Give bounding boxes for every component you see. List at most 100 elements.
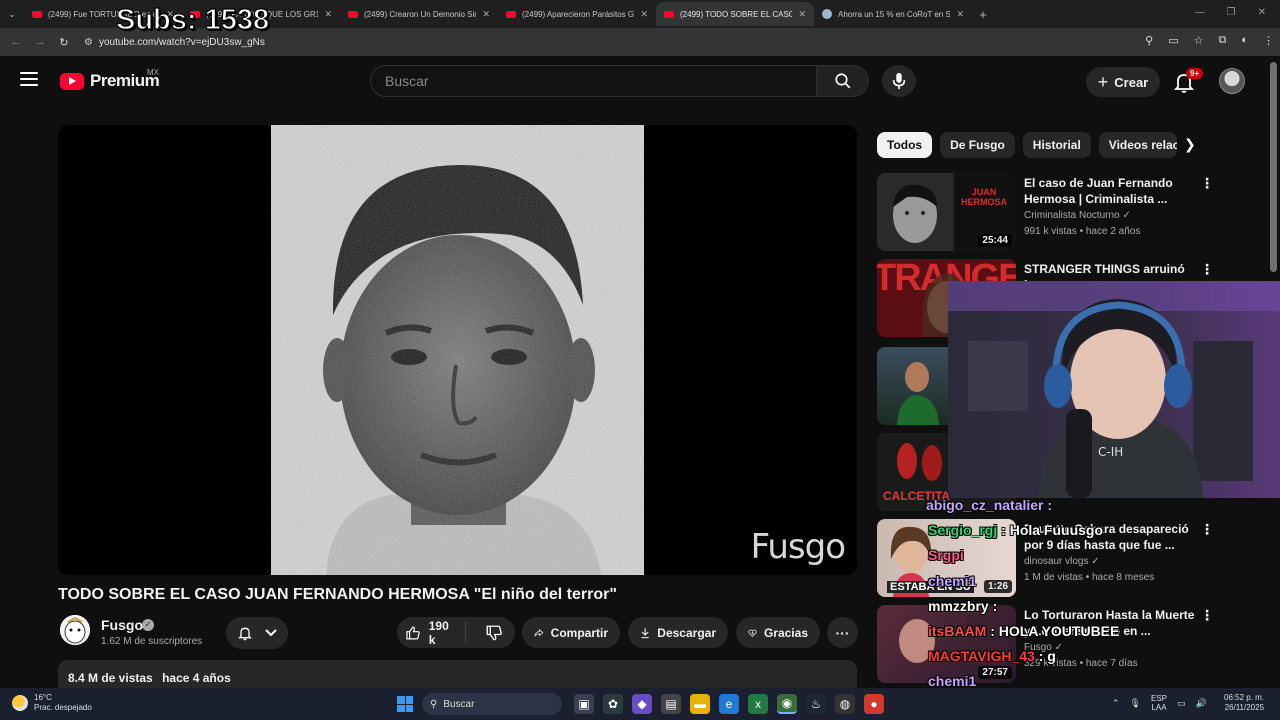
copilot-app-icon[interactable]: ◆ — [632, 694, 652, 714]
copilot-icon[interactable]: ✿ — [603, 694, 623, 714]
youtube-play-logo-icon — [60, 72, 84, 90]
chevron-right-icon[interactable]: ❯ — [1184, 136, 1196, 153]
restore-icon[interactable]: ❐ — [1227, 7, 1236, 18]
youtube-premium-logo[interactable]: Premium — [60, 71, 160, 91]
weather-widget[interactable]: 16°C Prac. despejado — [12, 693, 92, 713]
youtube-favicon-icon — [506, 10, 516, 18]
search-button[interactable] — [817, 65, 869, 97]
system-clock[interactable]: 06:52 p. m. 26/11/2025 — [1224, 693, 1264, 713]
tab-close-icon[interactable]: ✕ — [956, 9, 964, 20]
chat-message: Srgpi — [928, 547, 964, 563]
forward-arrow-icon[interactable]: → — [28, 36, 52, 48]
bookmark-star-icon[interactable]: ☆ — [1194, 34, 1204, 47]
taskbar-search[interactable]: ⚲ Buscar — [422, 693, 562, 715]
zoom-icon[interactable]: ⚲ — [1145, 34, 1153, 47]
reload-icon[interactable]: ↻ — [52, 36, 76, 49]
share-button[interactable]: Compartir — [522, 617, 620, 648]
tab-close-icon[interactable]: ✕ — [640, 9, 648, 20]
chat-message: MAGTAVIGH_43 : g — [928, 648, 1056, 664]
network-icon[interactable]: ▭ — [1177, 698, 1186, 709]
chip-todos[interactable]: Todos — [877, 132, 933, 158]
tab-close-icon[interactable]: ✕ — [482, 9, 490, 20]
video-player[interactable]: Fusgo — [58, 125, 857, 575]
more-options-icon[interactable]: ⋮ — [1200, 521, 1214, 538]
chip-historial[interactable]: Historial — [1022, 132, 1091, 158]
screen: ⌄ (2499) Fue TORTURADO en un ✕ (2499) PA… — [0, 0, 1280, 720]
page-scrollbar[interactable] — [1270, 62, 1277, 272]
hamburger-menu-icon[interactable] — [20, 72, 38, 86]
tab-close-icon[interactable]: ✕ — [798, 9, 806, 20]
tab-close-icon[interactable]: ✕ — [324, 9, 332, 20]
voice-search-button[interactable] — [882, 65, 916, 97]
recommendation-item[interactable]: JUAN HERMOSA 25:44 El caso de Juan Ferna… — [877, 173, 1267, 253]
thanks-button[interactable]: $ Gracias — [736, 617, 820, 648]
extensions-icon[interactable]: ⧉ — [1218, 34, 1226, 47]
download-icon — [641, 627, 649, 638]
download-button[interactable]: Descargar — [628, 617, 728, 648]
microphone-icon[interactable]: 🎙 — [1130, 698, 1141, 709]
excel-icon[interactable]: x — [748, 694, 768, 714]
recommendation-thumbnail[interactable]: 27:57 — [877, 605, 1016, 683]
browser-tab[interactable]: (2499) Crearon Un Demonio Sin ✕ — [340, 2, 498, 26]
channel-avatar[interactable] — [60, 615, 90, 645]
url-field[interactable]: youtube.com/watch?v=ejDU3sw_gNs — [99, 37, 265, 48]
obs-icon[interactable]: ◍ — [835, 694, 855, 714]
download-label: Descargar — [657, 625, 716, 640]
chip-videos-relacionados[interactable]: Videos relacionados — [1098, 132, 1177, 158]
profile-icon[interactable]: ◐ — [1241, 34, 1248, 47]
chip-de-fusgo[interactable]: De Fusgo — [940, 132, 1015, 158]
recommendation-title[interactable]: El caso de Juan Fernando Hermosa | Crimi… — [1024, 175, 1196, 207]
steam-icon[interactable]: ♨ — [806, 694, 826, 714]
close-icon[interactable]: ✕ — [1258, 7, 1266, 18]
back-arrow-icon[interactable]: ← — [4, 36, 28, 48]
browser-tab[interactable]: (2499) Aparecieron Parásitos Gi ✕ — [498, 2, 656, 26]
create-button[interactable]: + Crear — [1086, 67, 1160, 97]
search-input[interactable]: Buscar — [370, 65, 817, 97]
bell-icon — [238, 627, 252, 641]
more-options-icon[interactable]: ⋮ — [1200, 607, 1214, 624]
tab-title: Ahorra un 15 % en CoRoT en St — [838, 9, 951, 19]
like-button[interactable]: 190 k — [397, 619, 466, 647]
task-view-icon[interactable]: ▣ — [574, 694, 594, 714]
menu-kebab-icon[interactable]: ⋮ — [1263, 34, 1274, 47]
youtube-favicon-icon — [664, 10, 674, 18]
store-icon[interactable]: ▤ — [661, 694, 681, 714]
thumbnail-text: JUAN HERMOSA — [961, 187, 1008, 207]
plus-icon: + — [1097, 71, 1109, 92]
file-explorer-icon[interactable]: ▬ — [690, 694, 710, 714]
more-options-icon[interactable]: ⋮ — [1200, 175, 1214, 192]
recommendation-meta: 1 M de vistas • hace 8 meses — [1024, 572, 1155, 583]
thumbs-up-icon — [406, 626, 420, 639]
partly-sunny-icon — [12, 695, 28, 711]
more-actions-button[interactable]: ··· — [827, 617, 858, 648]
recommendation-thumbnail[interactable]: JUAN HERMOSA 25:44 — [877, 173, 1016, 251]
tab-search-dropdown[interactable]: ⌄ — [0, 4, 24, 24]
browser-tab-active[interactable]: (2499) TODO SOBRE EL CASO J ✕ — [656, 2, 814, 26]
youtube-favicon-icon — [32, 10, 42, 18]
video-duration: 1:26 — [983, 580, 1012, 593]
new-tab-button[interactable]: + — [972, 7, 994, 22]
account-avatar[interactable] — [1219, 68, 1245, 94]
keyboard-language[interactable]: ESP LAA — [1151, 694, 1167, 712]
cast-icon[interactable]: ▭ — [1168, 34, 1178, 47]
video-frame-portrait — [271, 125, 644, 575]
windows-start-icon[interactable] — [397, 696, 413, 712]
tray-overflow-chevron-icon[interactable]: ⌃ — [1112, 698, 1120, 709]
video-duration: 25:44 — [978, 234, 1012, 247]
dislike-button[interactable] — [473, 624, 515, 642]
chrome-icon[interactable]: ◉ — [777, 694, 797, 714]
minimize-icon[interactable]: — — [1195, 7, 1205, 18]
more-options-icon[interactable]: ⋮ — [1200, 261, 1214, 278]
notification-count-badge: 9+ — [1186, 68, 1204, 79]
volume-icon[interactable]: 🔊 — [1196, 698, 1207, 709]
tab-title: (2499) Crearon Un Demonio Sin — [364, 9, 477, 19]
subscribed-bell-button[interactable] — [226, 617, 288, 649]
super-thanks-icon: $ — [748, 629, 757, 637]
create-label: Crear — [1114, 74, 1149, 90]
site-info-icon[interactable]: ⚙ — [84, 37, 93, 48]
media-app-icon[interactable]: ● — [864, 694, 884, 714]
related-filter-chips: Todos De Fusgo Historial Videos relacion… — [877, 132, 1177, 158]
browser-tab[interactable]: Ahorra un 15 % en CoRoT en St ✕ — [814, 2, 972, 26]
channel-name[interactable]: Fusgo — [101, 617, 143, 633]
edge-icon[interactable]: e — [719, 694, 739, 714]
